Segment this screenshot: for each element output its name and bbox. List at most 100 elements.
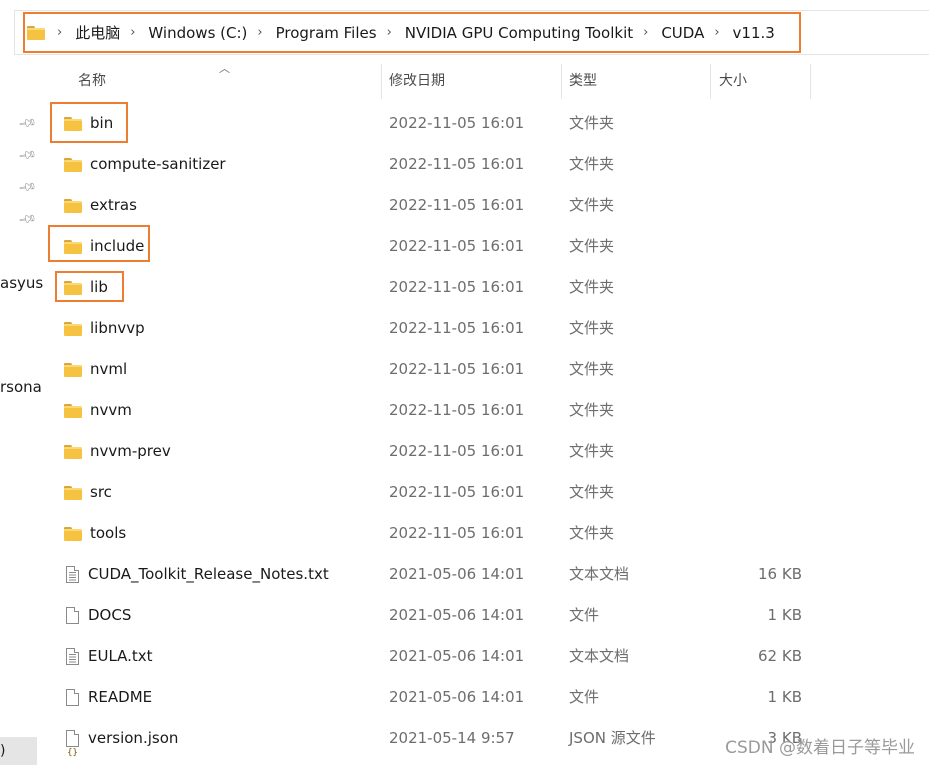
navigation-pane: 📌︎ 📌︎ 📌︎ 📌︎ asyus rsona ) xyxy=(0,60,43,765)
folder-icon xyxy=(64,116,82,131)
chevron-right-icon[interactable]: › xyxy=(257,25,262,40)
list-item[interactable]: lib 2022-11-05 16:01 文件夹 xyxy=(40,267,929,308)
file-name: src xyxy=(90,483,112,501)
watermark: CSDN @数着日子等毕业 xyxy=(725,738,915,758)
file-date: 2022-11-05 16:01 xyxy=(389,319,525,337)
file-date: 2022-11-05 16:01 xyxy=(389,442,525,460)
file-date: 2021-05-06 14:01 xyxy=(389,688,525,706)
file-name-cell[interactable]: lib xyxy=(64,267,108,308)
list-item[interactable]: nvml 2022-11-05 16:01 文件夹 xyxy=(40,349,929,390)
folder-icon xyxy=(64,198,82,213)
file-name: nvvm-prev xyxy=(90,442,171,460)
folder-icon xyxy=(27,25,45,40)
column-header-size[interactable]: 大小 xyxy=(719,64,811,99)
pin-icon[interactable]: 📌︎ xyxy=(17,177,38,197)
list-item[interactable]: src 2022-11-05 16:01 文件夹 xyxy=(40,472,929,513)
pin-icon[interactable]: 📌︎ xyxy=(17,209,38,229)
file-date: 2021-05-14 9:57 xyxy=(389,729,515,747)
file-name-cell[interactable]: include xyxy=(64,226,144,267)
file-name-cell[interactable]: extras xyxy=(64,185,137,226)
folder-icon xyxy=(64,280,82,295)
list-item[interactable]: nvvm 2022-11-05 16:01 文件夹 xyxy=(40,390,929,431)
text-file-icon xyxy=(66,648,79,665)
list-item[interactable]: nvvm-prev 2022-11-05 16:01 文件夹 xyxy=(40,431,929,472)
file-name: compute-sanitizer xyxy=(90,155,226,173)
nav-item-selected[interactable]: ) xyxy=(0,737,37,765)
list-item[interactable]: DOCS 2021-05-06 14:01 文件 1 KB xyxy=(40,595,929,636)
file-name-cell[interactable]: DOCS xyxy=(64,595,131,636)
file-name-cell[interactable]: README xyxy=(64,677,152,718)
file-name-cell[interactable]: nvml xyxy=(64,349,127,390)
folder-icon xyxy=(64,444,82,459)
chevron-right-icon[interactable]: › xyxy=(130,25,135,40)
breadcrumb-item-nvidia-toolkit[interactable]: NVIDIA GPU Computing Toolkit xyxy=(405,24,633,42)
file-date: 2022-11-05 16:01 xyxy=(389,196,525,214)
breadcrumb-item-program-files[interactable]: Program Files xyxy=(276,24,377,42)
chevron-right-icon[interactable]: › xyxy=(643,25,648,40)
file-name-cell[interactable]: bin xyxy=(64,103,113,144)
file-name-cell[interactable]: {} version.json xyxy=(64,718,178,759)
file-size xyxy=(720,472,802,513)
file-name-cell[interactable]: nvvm xyxy=(64,390,132,431)
chevron-right-icon[interactable]: › xyxy=(387,25,392,40)
breadcrumb-item-v11-3[interactable]: v11.3 xyxy=(733,24,775,42)
chevron-right-icon[interactable]: › xyxy=(714,25,719,40)
pin-icon[interactable]: 📌︎ xyxy=(17,145,38,165)
list-item[interactable]: compute-sanitizer 2022-11-05 16:01 文件夹 xyxy=(40,144,929,185)
nav-item-fragment: ) xyxy=(0,743,6,759)
list-item[interactable]: EULA.txt 2021-05-06 14:01 文本文档 62 KB xyxy=(40,636,929,677)
file-size xyxy=(720,431,802,472)
breadcrumb-item-windows-c[interactable]: Windows (C:) xyxy=(148,24,247,42)
file-type: 文件夹 xyxy=(569,196,615,214)
nav-item-fragment[interactable]: rsona xyxy=(0,378,42,396)
breadcrumb[interactable]: › 此电脑 › Windows (C:) › Program Files › N… xyxy=(23,12,801,53)
list-item[interactable]: bin 2022-11-05 16:01 文件夹 xyxy=(40,103,929,144)
list-item[interactable]: libnvvp 2022-11-05 16:01 文件夹 xyxy=(40,308,929,349)
list-item[interactable]: CUDA_Toolkit_Release_Notes.txt 2021-05-0… xyxy=(40,554,929,595)
file-name-cell[interactable]: EULA.txt xyxy=(64,636,153,677)
file-name: EULA.txt xyxy=(88,647,153,665)
file-name: lib xyxy=(90,278,108,296)
breadcrumb-item-cuda[interactable]: CUDA xyxy=(661,24,704,42)
list-item[interactable]: README 2021-05-06 14:01 文件 1 KB xyxy=(40,677,929,718)
file-size xyxy=(720,390,802,431)
file-icon xyxy=(66,689,79,706)
file-name-cell[interactable]: libnvvp xyxy=(64,308,145,349)
list-item[interactable]: tools 2022-11-05 16:01 文件夹 xyxy=(40,513,929,554)
nav-item-fragment[interactable]: asyus xyxy=(0,274,43,292)
folder-icon xyxy=(64,157,82,172)
address-bar[interactable]: › 此电脑 › Windows (C:) › Program Files › N… xyxy=(14,10,929,55)
file-type: JSON 源文件 xyxy=(569,729,656,747)
pin-icon[interactable]: 📌︎ xyxy=(17,113,38,133)
chevron-right-icon[interactable]: › xyxy=(57,25,62,40)
list-item[interactable]: extras 2022-11-05 16:01 文件夹 xyxy=(40,185,929,226)
file-date: 2022-11-05 16:01 xyxy=(389,114,525,132)
file-type: 文件夹 xyxy=(569,114,615,132)
file-date: 2022-11-05 16:01 xyxy=(389,237,525,255)
folder-icon xyxy=(64,321,82,336)
file-type: 文件夹 xyxy=(569,524,615,542)
file-name: nvml xyxy=(90,360,128,378)
file-name-cell[interactable]: CUDA_Toolkit_Release_Notes.txt xyxy=(64,554,329,595)
folder-icon xyxy=(64,403,82,418)
file-size: 16 KB xyxy=(758,565,802,583)
file-date: 2022-11-05 16:01 xyxy=(389,401,525,419)
folder-icon xyxy=(64,362,82,377)
file-date: 2022-11-05 16:01 xyxy=(389,483,525,501)
file-name-cell[interactable]: tools xyxy=(64,513,126,554)
file-type: 文件 xyxy=(569,606,600,624)
file-name-cell[interactable]: src xyxy=(64,472,112,513)
file-date: 2022-11-05 16:01 xyxy=(389,155,525,173)
column-header-date[interactable]: 修改日期 xyxy=(389,64,562,99)
column-header-type[interactable]: 类型 xyxy=(569,64,711,99)
column-headers: 名称 修改日期 类型 大小 xyxy=(40,64,929,99)
file-size: 1 KB xyxy=(767,688,802,706)
column-header-name[interactable]: 名称 xyxy=(78,64,382,99)
list-item[interactable]: include 2022-11-05 16:01 文件夹 xyxy=(40,226,929,267)
file-name: tools xyxy=(90,524,127,542)
breadcrumb-item-this-pc[interactable]: 此电脑 xyxy=(75,22,120,43)
file-name-cell[interactable]: compute-sanitizer xyxy=(64,144,226,185)
file-size xyxy=(720,144,802,185)
file-name-cell[interactable]: nvvm-prev xyxy=(64,431,171,472)
folder-icon xyxy=(64,526,82,541)
